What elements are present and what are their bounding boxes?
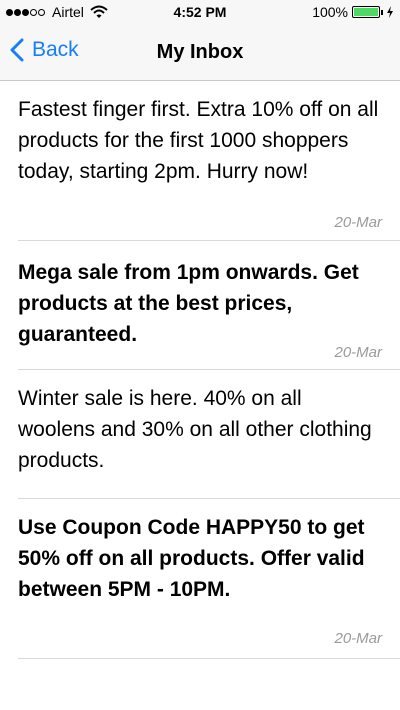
page-title: My Inbox xyxy=(156,41,244,63)
charging-bolt-icon xyxy=(387,6,393,18)
message-date: 20-Mar xyxy=(334,344,382,361)
message-item[interactable]: Winter sale is here. 40% on all woolens … xyxy=(18,370,400,499)
status-bar: Airtel 4:52 PM 100% xyxy=(0,0,400,24)
message-item[interactable]: Use Coupon Code HAPPY50 to get 50% off o… xyxy=(18,499,400,659)
status-right: 100% xyxy=(312,4,394,20)
message-text: Use Coupon Code HAPPY50 to get 50% off o… xyxy=(18,516,365,601)
battery-icon xyxy=(352,6,380,18)
battery-percent: 100% xyxy=(312,4,348,20)
battery-level xyxy=(354,8,378,16)
message-date: 20-Mar xyxy=(334,214,382,231)
message-list: Fastest finger first. Extra 10% off on a… xyxy=(0,81,400,659)
message-item[interactable]: Mega sale from 1pm onwards. Get products… xyxy=(18,241,400,370)
message-text: Winter sale is here. 40% on all woolens … xyxy=(18,387,372,472)
message-text: Mega sale from 1pm onwards. Get products… xyxy=(18,261,359,346)
navigation-bar: Back My Inbox xyxy=(0,24,400,81)
message-date: 20-Mar xyxy=(334,630,382,647)
message-item[interactable]: Fastest finger first. Extra 10% off on a… xyxy=(18,81,400,241)
battery-nub xyxy=(381,9,383,15)
message-text: Fastest finger first. Extra 10% off on a… xyxy=(18,98,379,183)
